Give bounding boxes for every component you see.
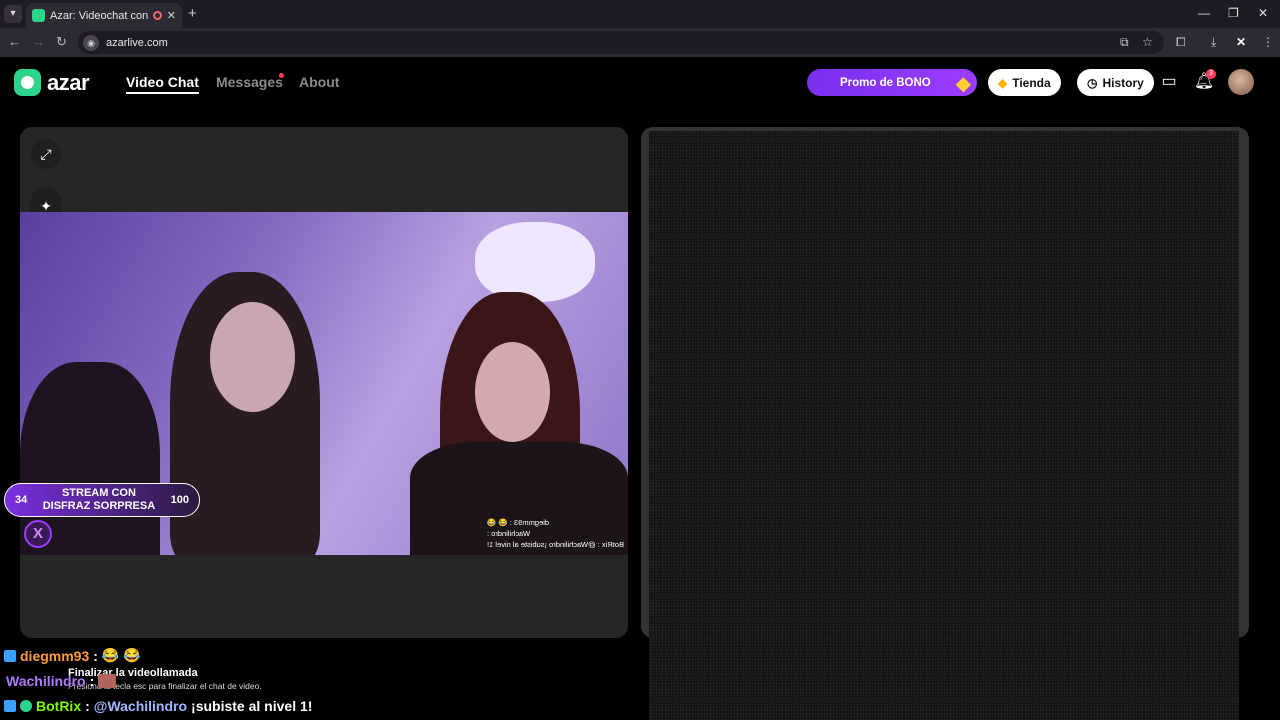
chat-message: BotRix : @Wachilindro ¡subiste al nivel … [4, 698, 312, 714]
address-bar[interactable]: ◉ azarlive.com [78, 31, 1164, 54]
chat-message: Wachilindro : [6, 673, 117, 689]
chat-text: 😂 😂 [101, 647, 141, 663]
diamond-icon: ◆ [998, 75, 1008, 90]
browser-tab[interactable]: Azar: Videochat con gente ✕ [26, 3, 182, 28]
partner-video-panel [641, 127, 1249, 638]
new-tab-button[interactable]: + [188, 5, 197, 22]
goal-label-line2: DISFRAZ SORPRESA [42, 500, 156, 512]
browser-menu-icon[interactable]: ⋮ [1262, 35, 1274, 49]
site-info-icon[interactable]: ◉ [83, 34, 99, 51]
messages-notification-dot [279, 73, 284, 78]
mirrored-chat-line: diegmm93 : 😂 😂 [487, 518, 550, 527]
azar-logo-icon [14, 69, 41, 96]
azar-favicon-icon [32, 9, 45, 22]
bookmark-star-icon[interactable]: ☆ [1142, 35, 1153, 49]
tab-title: Azar: Videochat con gente [50, 9, 148, 22]
azar-site: azar Video Chat Messages About Promo de … [0, 57, 1280, 720]
recording-icon [152, 11, 162, 20]
nav-about[interactable]: About [299, 74, 339, 90]
expand-icon[interactable]: ⤢ [31, 139, 61, 169]
extensions-icon[interactable]: ⧠ [1176, 35, 1186, 50]
goal-label-line1: STREAM CON [61, 487, 136, 499]
back-arrow-icon[interactable]: ← [8, 34, 21, 49]
gem-icon: ◆ [955, 73, 971, 95]
avatar[interactable] [1228, 69, 1254, 95]
webcam-light-shape [475, 222, 595, 302]
store-button[interactable]: ◆ Tienda [988, 69, 1061, 96]
store-label: Tienda [1012, 75, 1051, 90]
chat-separator: : [93, 647, 98, 664]
inbox-icon[interactable]: ▭ [1158, 71, 1180, 93]
close-tab-icon[interactable]: ✕ [167, 9, 176, 22]
browser-toolbar: ← → ↻ ◉ azarlive.com ⧉ ☆ ⧠ ⤓ ✕ ⋮ [0, 28, 1280, 57]
logo-text: azar [47, 69, 90, 95]
goal-current-value: 34 [15, 494, 28, 506]
webcam-face-left [210, 302, 295, 412]
chat-message: diegmm93 : 😂 😂 [4, 647, 141, 664]
reload-icon[interactable]: ↻ [56, 34, 67, 50]
chat-username: diegmm93 [20, 647, 90, 664]
emote-icon [98, 674, 117, 688]
close-window-button[interactable]: ✕ [1258, 6, 1268, 20]
goal-label: STREAM CON DISFRAZ SORPRESA [43, 487, 155, 513]
mirrored-stream-chat: diegmm93 : 😂 😂 Wachilindro : BotRix : @W… [487, 517, 624, 550]
video-static-noise-lower [649, 637, 1239, 720]
forward-arrow-icon[interactable]: → [32, 34, 45, 49]
mirrored-chat-line: Wachilindro : [487, 529, 531, 538]
restore-window-button[interactable]: ❐ [1228, 6, 1239, 20]
promo-label: Promo de BONO [840, 76, 931, 89]
verified-icon [20, 700, 32, 712]
history-label: History [1102, 75, 1144, 90]
cube-icon [4, 649, 16, 662]
stream-x-badge: X [24, 520, 52, 548]
bot-icon [4, 700, 16, 712]
mirrored-chat-line: BotRix : @Wachilindro ¡subiste al nivel … [487, 540, 624, 549]
my-video-panel: ⤢ ✦ ☺ diegmm93 : 😂 😂 Wachilindro : BotRi… [20, 127, 628, 638]
browser-tab-bar: ▾ Azar: Videochat con gente ✕ + — ❐ ✕ [0, 0, 1280, 28]
history-button[interactable]: ◷ History [1077, 69, 1154, 96]
x-extension-icon[interactable]: ✕ [1236, 35, 1246, 49]
nav-video-chat[interactable]: Video Chat [126, 74, 199, 94]
chat-text: ¡subiste al nivel 1! [191, 698, 313, 714]
chat-username: Wachilindro [6, 673, 86, 689]
clock-icon: ◷ [1087, 75, 1098, 90]
promo-bonus-button[interactable]: Promo de BONO ◆ [807, 69, 977, 96]
video-static-noise [649, 131, 1239, 638]
tab-search-icon[interactable]: ▾ [4, 5, 22, 23]
nav-messages[interactable]: Messages [216, 74, 283, 90]
cast-icon[interactable]: ⧉ [1120, 35, 1129, 50]
azar-logo[interactable]: azar [14, 69, 90, 96]
minimize-window-button[interactable]: — [1198, 6, 1210, 20]
download-icon[interactable]: ⤓ [1211, 35, 1216, 50]
chat-separator: : [89, 673, 95, 689]
chat-mention: @Wachilindro [93, 698, 188, 714]
webcam-face-right [475, 342, 550, 442]
chat-username: BotRix [36, 698, 82, 714]
chat-separator: : [85, 698, 90, 714]
stream-goal-card: 34 STREAM CON DISFRAZ SORPRESA 100 [4, 483, 200, 517]
url-text: azarlive.com [106, 36, 168, 49]
notification-count-badge: 3 [1206, 69, 1216, 79]
goal-target-value: 100 [170, 494, 189, 506]
